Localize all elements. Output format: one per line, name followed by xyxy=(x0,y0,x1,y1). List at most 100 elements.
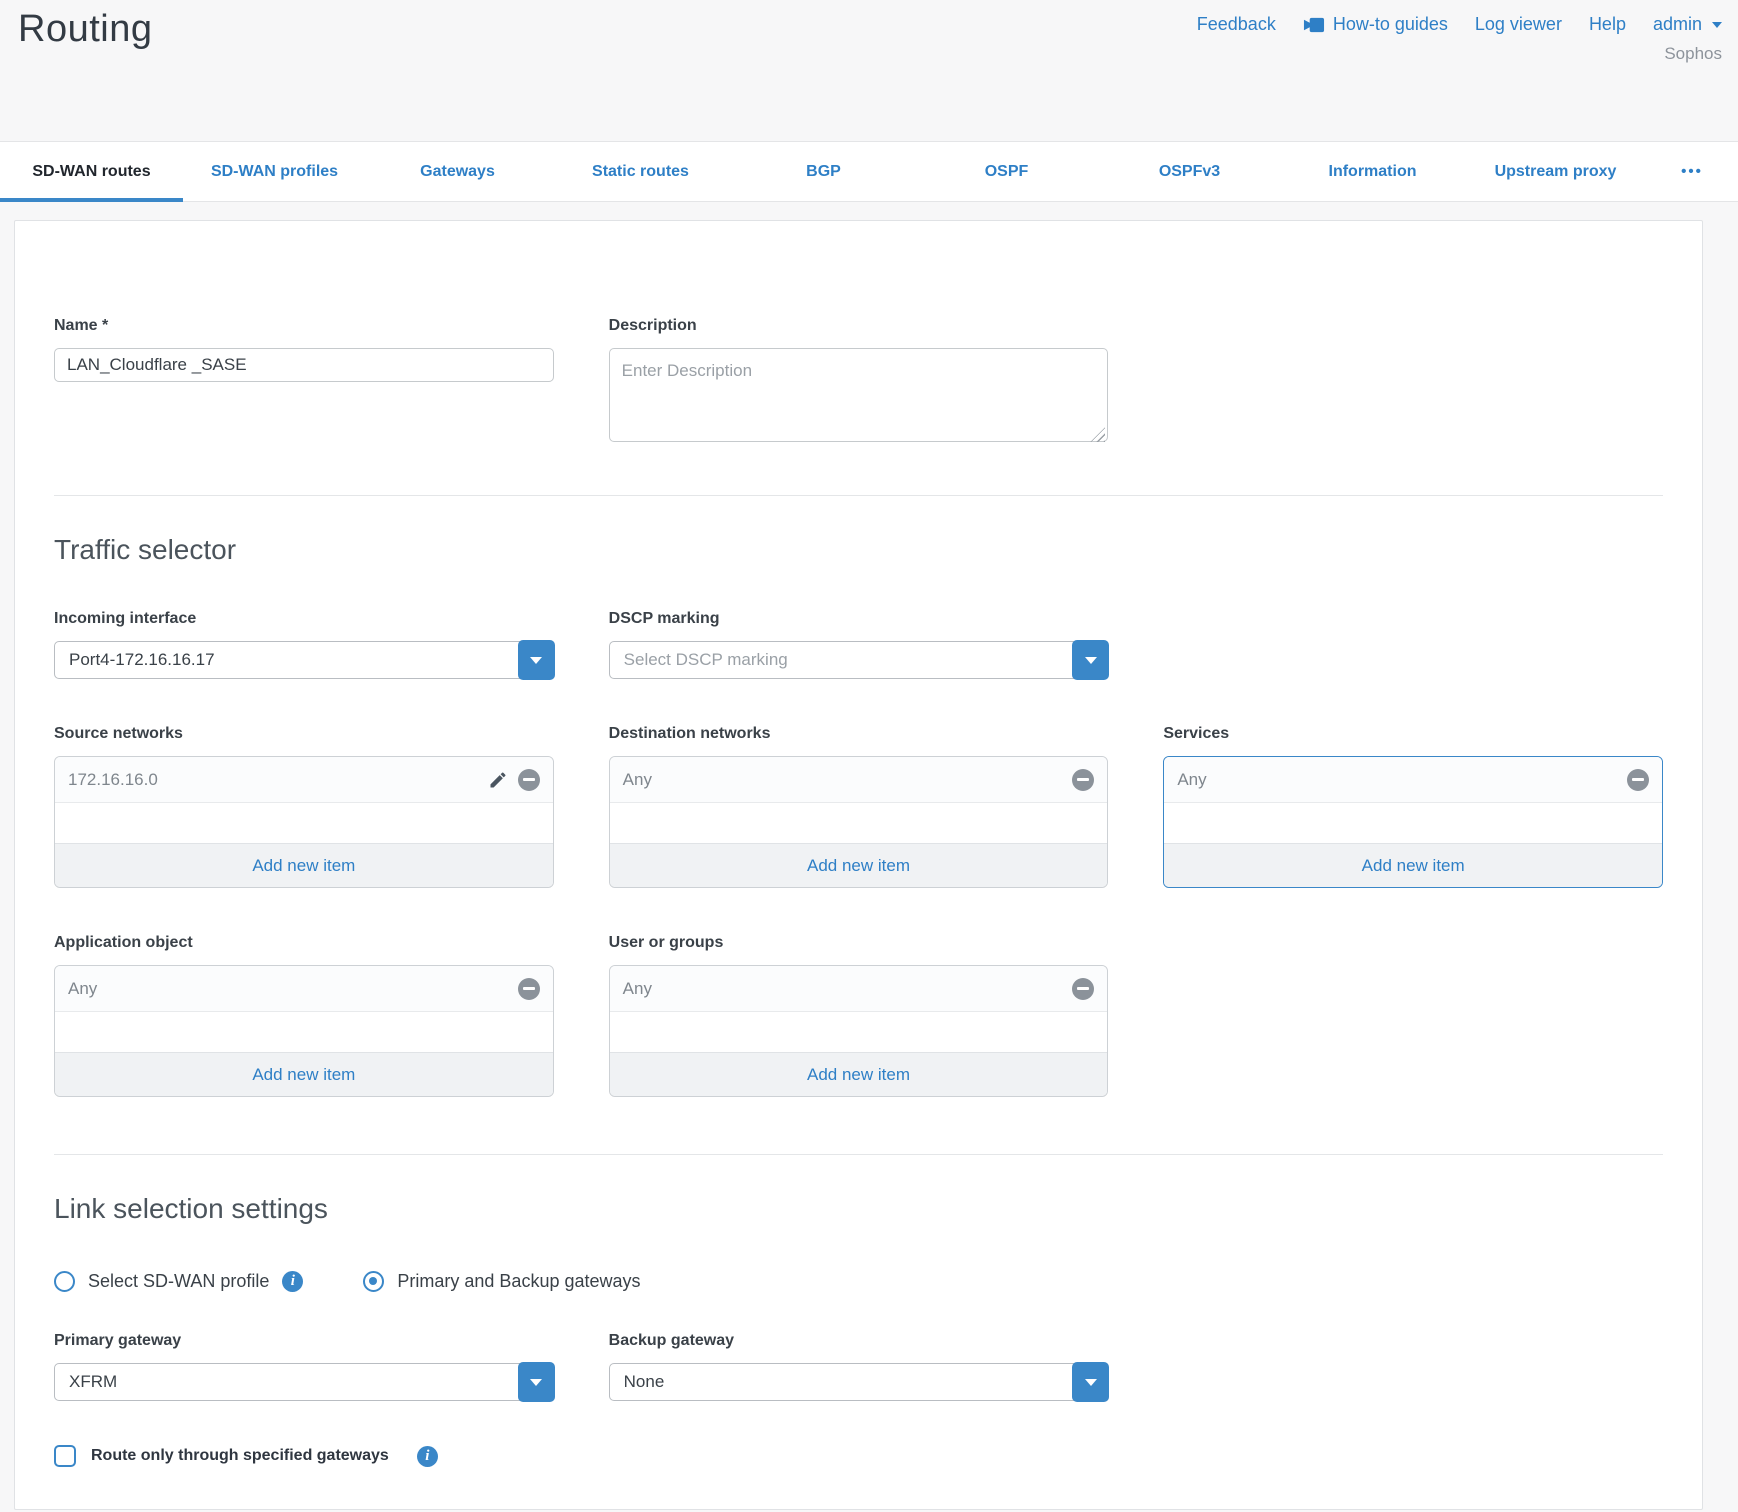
description-label: Description xyxy=(609,317,1109,335)
caret-down-icon xyxy=(1085,657,1097,664)
radio-label: Primary and Backup gateways xyxy=(397,1271,640,1292)
route-only-checkbox[interactable] xyxy=(54,1445,76,1467)
list-item: Any xyxy=(55,966,553,1012)
dropdown-button[interactable] xyxy=(518,1362,555,1402)
remove-icon[interactable] xyxy=(1072,769,1094,791)
services-group: Services Any Add new item xyxy=(1163,725,1663,888)
radio-icon[interactable] xyxy=(363,1271,384,1292)
application-object-label: Application object xyxy=(54,934,554,952)
tab-gateways[interactable]: Gateways xyxy=(366,142,549,201)
tab-bgp[interactable]: BGP xyxy=(732,142,915,201)
dropdown-button[interactable] xyxy=(518,640,555,680)
section-divider xyxy=(54,495,1663,496)
description-field-group: Description xyxy=(609,317,1109,447)
tab-static-routes[interactable]: Static routes xyxy=(549,142,732,201)
info-icon[interactable]: i xyxy=(417,1446,438,1467)
tab-information[interactable]: Information xyxy=(1281,142,1464,201)
destination-network-value: Any xyxy=(623,770,652,790)
list-filler xyxy=(55,803,553,843)
link-selection-heading: Link selection settings xyxy=(54,1193,1663,1225)
backup-gateway-select[interactable]: None xyxy=(609,1363,1109,1401)
caret-down-icon xyxy=(530,657,542,664)
info-icon[interactable]: i xyxy=(282,1271,303,1292)
list-item: Any xyxy=(610,757,1108,803)
remove-icon[interactable] xyxy=(1072,978,1094,1000)
radio-primary-backup-gateways[interactable]: Primary and Backup gateways xyxy=(363,1271,640,1292)
list-item: Any xyxy=(610,966,1108,1012)
tab-sd-wan-profiles[interactable]: SD-WAN profiles xyxy=(183,142,366,201)
destination-networks-box: Any Add new item xyxy=(609,756,1109,888)
remove-icon[interactable] xyxy=(518,769,540,791)
more-tabs-button[interactable]: ••• xyxy=(1647,142,1737,201)
user-groups-box: Any Add new item xyxy=(609,965,1109,1097)
brand-label: Sophos xyxy=(1664,44,1722,64)
chevron-down-icon xyxy=(1712,22,1722,28)
name-field-group: Name * xyxy=(54,317,554,447)
add-new-item-button[interactable]: Add new item xyxy=(1164,843,1662,887)
application-object-group: Application object Any Add new item xyxy=(54,934,554,1097)
log-viewer-label: Log viewer xyxy=(1475,14,1562,35)
incoming-interface-value: Port4-172.16.16.17 xyxy=(69,650,215,670)
add-new-item-button[interactable]: Add new item xyxy=(55,1052,553,1096)
tab-bar: SD-WAN routes SD-WAN profiles Gateways S… xyxy=(0,141,1738,202)
add-new-item-button[interactable]: Add new item xyxy=(610,843,1108,887)
remove-icon[interactable] xyxy=(1627,769,1649,791)
list-filler xyxy=(55,1012,553,1052)
tab-upstream-proxy[interactable]: Upstream proxy xyxy=(1464,142,1647,201)
video-camera-icon xyxy=(1303,17,1325,33)
name-input[interactable] xyxy=(54,348,554,382)
list-filler xyxy=(1164,803,1662,843)
howto-guides-label: How-to guides xyxy=(1333,14,1448,35)
route-only-label: Route only through specified gateways xyxy=(91,1447,389,1465)
dropdown-button[interactable] xyxy=(1072,1362,1109,1402)
howto-guides-link[interactable]: How-to guides xyxy=(1303,14,1448,35)
radio-icon[interactable] xyxy=(54,1271,75,1292)
admin-label: admin xyxy=(1653,14,1702,35)
traffic-selector-heading: Traffic selector xyxy=(54,534,1663,566)
caret-down-icon xyxy=(1085,1379,1097,1386)
primary-gateway-value: XFRM xyxy=(69,1372,117,1392)
dscp-marking-select[interactable]: Select DSCP marking xyxy=(609,641,1109,679)
tab-ospf[interactable]: OSPF xyxy=(915,142,1098,201)
destination-networks-label: Destination networks xyxy=(609,725,1109,743)
feedback-link[interactable]: Feedback xyxy=(1197,14,1276,35)
user-groups-label: User or groups xyxy=(609,934,1109,952)
source-network-value: 172.16.16.0 xyxy=(68,770,158,790)
admin-menu[interactable]: admin xyxy=(1653,14,1722,35)
edit-pencil-icon[interactable] xyxy=(488,770,508,790)
route-only-row: Route only through specified gateways i xyxy=(54,1445,1663,1467)
add-new-item-button[interactable]: Add new item xyxy=(55,843,553,887)
backup-gateway-label: Backup gateway xyxy=(609,1332,1109,1350)
user-groups-group: User or groups Any Add new item xyxy=(609,934,1109,1097)
route-form-card: Name * Description Traffic selector Inco… xyxy=(14,220,1703,1510)
destination-networks-group: Destination networks Any Add new item xyxy=(609,725,1109,888)
tab-sd-wan-routes[interactable]: SD-WAN routes xyxy=(0,142,183,201)
name-label: Name * xyxy=(54,317,554,335)
service-value: Any xyxy=(1177,770,1206,790)
backup-gateway-group: Backup gateway None xyxy=(609,1332,1109,1401)
page-header: Routing Feedback How-to guides Log viewe… xyxy=(0,0,1738,141)
list-filler xyxy=(610,803,1108,843)
primary-gateway-label: Primary gateway xyxy=(54,1332,554,1350)
backup-gateway-value: None xyxy=(624,1372,665,1392)
source-networks-label: Source networks xyxy=(54,725,554,743)
tab-ospfv3[interactable]: OSPFv3 xyxy=(1098,142,1281,201)
dropdown-button[interactable] xyxy=(1072,640,1109,680)
log-viewer-link[interactable]: Log viewer xyxy=(1475,14,1562,35)
add-new-item-button[interactable]: Add new item xyxy=(610,1052,1108,1096)
page-title: Routing xyxy=(18,8,152,51)
services-box: Any Add new item xyxy=(1163,756,1663,888)
caret-down-icon xyxy=(530,1379,542,1386)
incoming-interface-select[interactable]: Port4-172.16.16.17 xyxy=(54,641,554,679)
help-link[interactable]: Help xyxy=(1589,14,1626,35)
radio-label: Select SD-WAN profile xyxy=(88,1271,269,1292)
primary-gateway-select[interactable]: XFRM xyxy=(54,1363,554,1401)
description-textarea[interactable] xyxy=(609,348,1109,442)
radio-select-sdwan-profile[interactable]: Select SD-WAN profile i xyxy=(54,1271,303,1292)
remove-icon[interactable] xyxy=(518,978,540,1000)
dscp-marking-group: DSCP marking Select DSCP marking xyxy=(609,610,1109,679)
list-item: Any xyxy=(1164,757,1662,803)
header-links: Feedback How-to guides Log viewer Help a… xyxy=(1197,14,1722,35)
section-divider xyxy=(54,1154,1663,1155)
list-item: 172.16.16.0 xyxy=(55,757,553,803)
